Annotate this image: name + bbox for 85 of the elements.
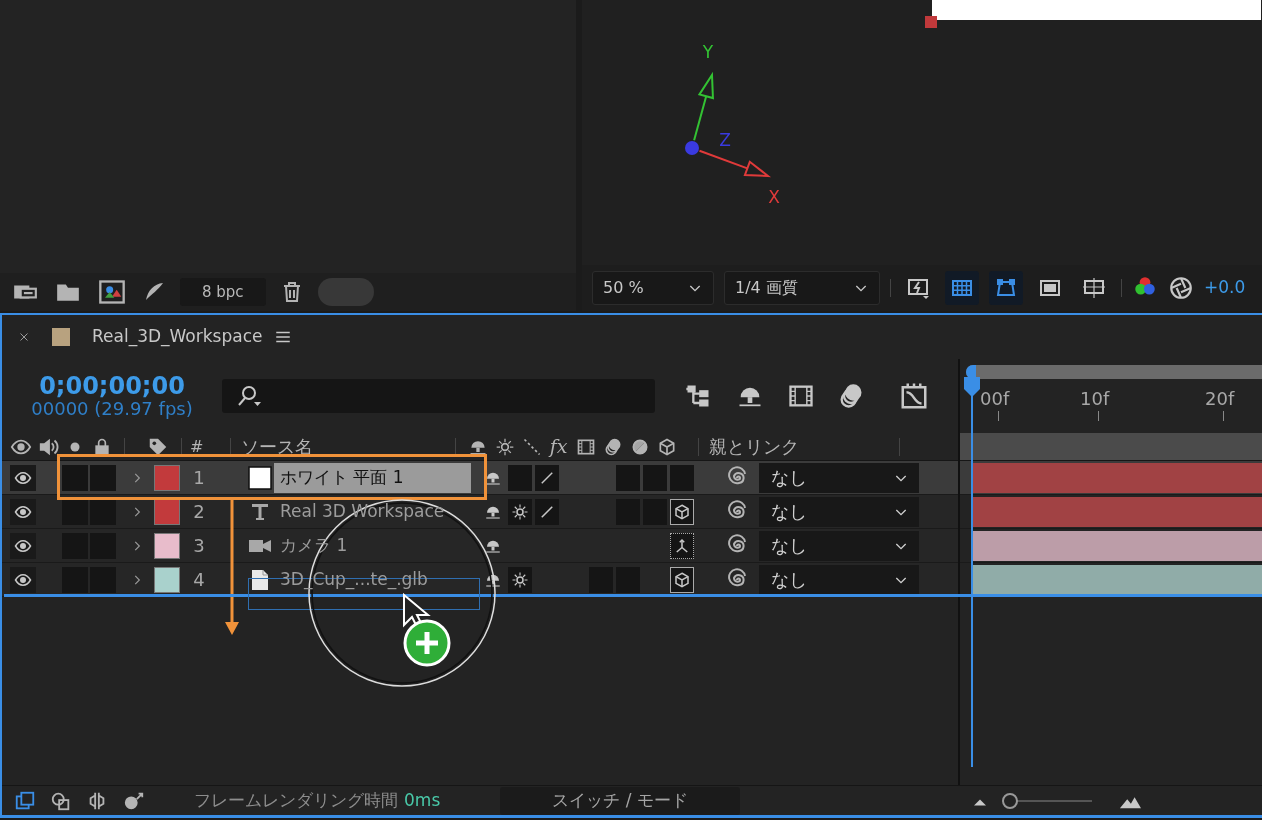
sun-switch-icon: [510, 502, 529, 521]
switches-modes-toggle[interactable]: スイッチ / モード: [500, 786, 741, 815]
parent-dropdown[interactable]: なし: [759, 530, 919, 561]
switch-toggle[interactable]: [615, 464, 640, 491]
cube-switch-icon: [672, 570, 691, 589]
render-time-value: 0ms: [404, 788, 441, 812]
axis-arrow[interactable]: [693, 71, 714, 142]
search-field[interactable]: [222, 379, 655, 413]
column-header[interactable]: ソース名: [231, 433, 455, 460]
label-color-swatch[interactable]: [154, 566, 180, 593]
axis-label: Y: [702, 42, 714, 62]
parent-dropdown[interactable]: なし: [759, 496, 919, 527]
visibility-toggle[interactable]: [10, 498, 36, 525]
axis-label: X: [768, 187, 780, 207]
zoom-dropdown[interactable]: 50 %: [592, 271, 714, 305]
sun-icon[interactable]: [494, 436, 515, 457]
exposure-value[interactable]: +0.0: [1204, 275, 1246, 301]
layer-number: 4: [192, 568, 206, 592]
composition-swatch: [52, 328, 70, 346]
label-color-swatch[interactable]: [154, 532, 180, 559]
composition-tab[interactable]: Real_3D_Workspace: [92, 324, 263, 350]
layer-row[interactable]: 1 ホワイト 平面 1 なし: [2, 461, 958, 495]
fast-preview-icon: [905, 276, 931, 300]
line-switch[interactable]: [534, 498, 559, 525]
layer-number: 2: [192, 500, 206, 524]
cube-switch-icon: [672, 502, 691, 521]
timecode[interactable]: 0;00;00;00: [39, 372, 185, 400]
ruler-label: 10f: [1080, 387, 1110, 411]
visibility-toggle[interactable]: [10, 566, 36, 593]
switch-toggle[interactable]: [507, 464, 532, 491]
composition-icon[interactable]: [14, 789, 36, 812]
mask-path-button[interactable]: [989, 271, 1023, 305]
render-time-label: フレームレンダリング時間: [194, 788, 398, 812]
switch-toggle[interactable]: [669, 464, 694, 491]
fx-column-header[interactable]: fx: [545, 432, 572, 461]
aperture-icon[interactable]: [1168, 275, 1194, 301]
playhead[interactable]: [962, 377, 982, 767]
lock-toggle[interactable]: [90, 498, 116, 525]
cube-switch[interactable]: [669, 498, 694, 525]
add-icon: [403, 619, 451, 667]
sun-switch[interactable]: [507, 498, 532, 525]
visibility-toggle[interactable]: [10, 532, 36, 559]
axes-switch[interactable]: [669, 532, 694, 559]
dashed-line-icon[interactable]: [521, 436, 542, 457]
layer-name[interactable]: Real 3D Workspace: [274, 496, 471, 527]
axis-arrow[interactable]: [698, 149, 772, 178]
bit-depth-button[interactable]: 8 bpc: [180, 277, 266, 307]
column-header[interactable]: 親とリンク: [699, 433, 899, 460]
label-color-swatch[interactable]: [154, 464, 180, 491]
audio-toggle[interactable]: [62, 566, 88, 593]
layer-name[interactable]: ホワイト 平面 1: [274, 462, 471, 493]
parent-dropdown[interactable]: なし: [759, 564, 919, 595]
switch-toggle[interactable]: [642, 464, 667, 491]
frame-count: 00000 (29.97 fps): [31, 399, 193, 420]
visibility-toggle[interactable]: [10, 464, 36, 491]
sun-switch[interactable]: [507, 566, 532, 593]
ruler-label: 00f: [980, 387, 1010, 411]
axis-label: Z: [719, 130, 731, 150]
switch-toggle[interactable]: [615, 566, 640, 593]
audio-toggle[interactable]: [62, 498, 88, 525]
layer-number: 1: [192, 466, 206, 490]
transparency-grid-button[interactable]: [945, 271, 979, 305]
column-header[interactable]: #: [190, 434, 230, 459]
cube-switch[interactable]: [669, 566, 694, 593]
switch-toggle[interactable]: [588, 566, 613, 593]
ruler-label: 20f: [1205, 387, 1235, 411]
guides-icon: [1081, 276, 1107, 300]
lock-toggle[interactable]: [90, 464, 116, 491]
anchor-handle[interactable]: [925, 16, 937, 28]
line-switch[interactable]: [534, 464, 559, 491]
label-color-swatch[interactable]: [154, 498, 180, 525]
audio-toggle[interactable]: [62, 464, 88, 491]
layer-duration-bar[interactable]: [972, 564, 1262, 595]
resolution-dropdown[interactable]: 1/4 画質: [724, 271, 880, 305]
lock-toggle[interactable]: [90, 566, 116, 593]
layer-number: 3: [192, 534, 206, 558]
sun-switch-icon: [510, 570, 529, 589]
parent-dropdown[interactable]: なし: [759, 462, 919, 493]
toggle-pill[interactable]: [317, 278, 374, 306]
lock-icon[interactable]: [92, 436, 112, 457]
layer-row[interactable]: 2 Real 3D Workspace なし: [2, 495, 958, 529]
new-composition-icon[interactable]: [96, 278, 128, 306]
zoom-slider-thumb[interactable]: [1002, 792, 1019, 809]
layer-duration-bar[interactable]: [972, 530, 1262, 561]
graph-editor-icon[interactable]: [899, 381, 929, 411]
